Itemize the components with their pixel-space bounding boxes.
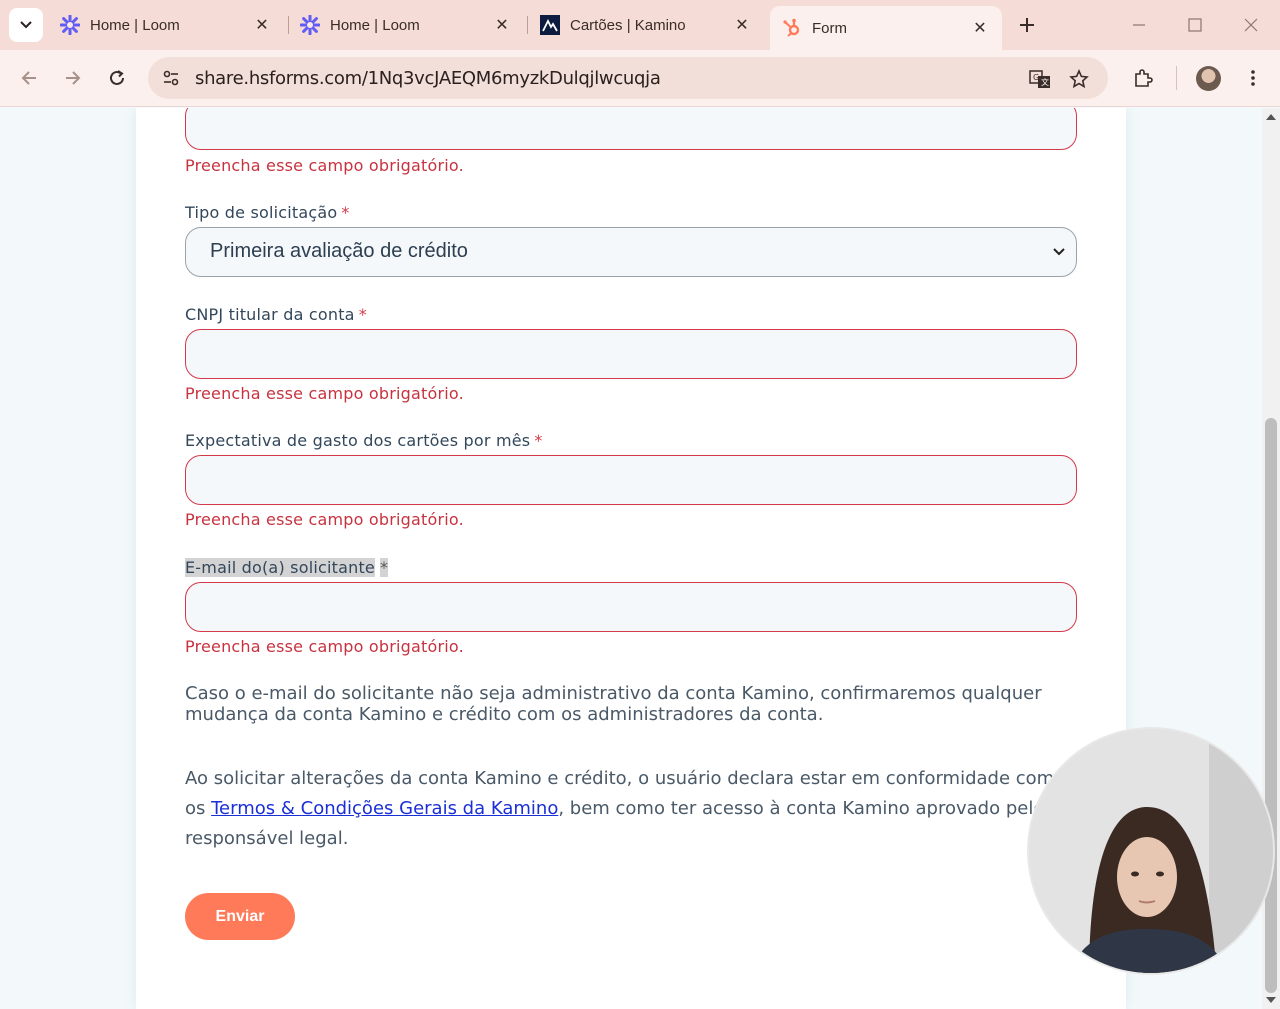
profile-avatar[interactable] bbox=[1196, 66, 1221, 91]
tipo-solicitacao-label: Tipo de solicitação * bbox=[185, 203, 350, 222]
email-note: Caso o e-mail do solicitante não seja ad… bbox=[185, 683, 1042, 725]
url-text: share.hsforms.com/1Nq3vcJAEQM6myzkDulqjl… bbox=[195, 68, 661, 89]
minimize-button[interactable] bbox=[1126, 12, 1152, 38]
address-bar[interactable]: share.hsforms.com/1Nq3vcJAEQM6myzkDulqjl… bbox=[148, 57, 1108, 99]
chevron-down-icon bbox=[20, 21, 32, 29]
scroll-up-arrow-icon[interactable] bbox=[1266, 114, 1276, 120]
loom-icon bbox=[60, 15, 80, 35]
extensions-button[interactable] bbox=[1128, 63, 1158, 93]
plus-icon bbox=[1020, 18, 1034, 32]
person-video-image bbox=[1029, 729, 1273, 973]
kebab-menu-icon bbox=[1251, 70, 1255, 86]
error-message: Preencha esse campo obrigatório. bbox=[185, 637, 464, 656]
required-asterisk: * bbox=[534, 431, 543, 450]
tab-title: Form bbox=[812, 19, 847, 37]
loom-icon bbox=[300, 15, 320, 35]
reload-button[interactable] bbox=[102, 63, 132, 93]
tab-loom-2[interactable]: Home | Loom ✕ bbox=[288, 8, 524, 42]
terms-paragraph: Ao solicitar alterações da conta Kamino … bbox=[185, 764, 1055, 854]
kamino-icon bbox=[540, 15, 560, 35]
close-icon[interactable]: ✕ bbox=[252, 15, 272, 35]
forward-button[interactable] bbox=[58, 63, 88, 93]
minimize-icon bbox=[1133, 24, 1145, 26]
terms-link[interactable]: Termos & Condições Gerais da Kamino bbox=[211, 798, 558, 819]
scroll-thumb[interactable] bbox=[1265, 418, 1277, 993]
gasto-label: Expectativa de gasto dos cartões por mês… bbox=[185, 431, 543, 450]
close-window-button[interactable] bbox=[1238, 12, 1264, 38]
menu-button[interactable] bbox=[1238, 63, 1268, 93]
select-value: Primeira avaliação de crédito bbox=[210, 240, 468, 262]
cnpj-label: CNPJ titular da conta * bbox=[185, 305, 367, 324]
label-text: E-mail do(a) solicitante bbox=[185, 558, 375, 577]
email-label: E-mail do(a) solicitante * bbox=[185, 558, 389, 577]
gasto-input[interactable] bbox=[185, 455, 1077, 505]
maximize-icon bbox=[1188, 18, 1202, 32]
email-input[interactable] bbox=[185, 582, 1077, 632]
tab-kamino[interactable]: Cartões | Kamino ✕ bbox=[528, 8, 764, 42]
arrow-left-icon bbox=[21, 71, 36, 85]
submit-button[interactable]: Enviar bbox=[185, 893, 295, 940]
svg-text:G: G bbox=[1033, 73, 1039, 82]
tab-title: Home | Loom bbox=[330, 16, 420, 34]
tab-title: Home | Loom bbox=[90, 16, 180, 34]
close-icon bbox=[1244, 18, 1258, 32]
close-icon[interactable]: ✕ bbox=[732, 15, 752, 35]
tab-loom-1[interactable]: Home | Loom ✕ bbox=[48, 8, 284, 42]
error-message: Preencha esse campo obrigatório. bbox=[185, 510, 464, 529]
maximize-button[interactable] bbox=[1182, 12, 1208, 38]
chevron-down-icon bbox=[1052, 245, 1066, 259]
cnpj-input[interactable] bbox=[185, 329, 1077, 379]
label-text: Expectativa de gasto dos cartões por mês bbox=[185, 431, 531, 450]
tab-title: Cartões | Kamino bbox=[570, 16, 686, 34]
error-message: Preencha esse campo obrigatório. bbox=[185, 156, 464, 175]
svg-text:文: 文 bbox=[1041, 77, 1049, 87]
tab-strip: Home | Loom ✕ Home | Loom ✕ Cartões | Ka… bbox=[0, 0, 1280, 50]
error-message: Preencha esse campo obrigatório. bbox=[185, 384, 464, 403]
tab-form[interactable]: Form ✕ bbox=[770, 6, 1002, 50]
tipo-solicitacao-select[interactable]: Primeira avaliação de crédito bbox=[185, 227, 1077, 277]
label-text: Tipo de solicitação bbox=[185, 203, 338, 222]
reload-icon bbox=[110, 70, 124, 85]
required-asterisk: * bbox=[358, 305, 367, 324]
close-icon[interactable]: ✕ bbox=[492, 15, 512, 35]
hubspot-icon bbox=[782, 18, 802, 38]
required-asterisk: * bbox=[341, 203, 350, 222]
label-text: CNPJ titular da conta bbox=[185, 305, 355, 324]
translate-icon[interactable]: G文 bbox=[1028, 67, 1052, 91]
back-button[interactable] bbox=[14, 63, 44, 93]
bookmark-star-icon[interactable] bbox=[1067, 67, 1091, 91]
form-card: Preencha esse campo obrigatório. Tipo de… bbox=[136, 108, 1126, 1009]
tab-search-button[interactable] bbox=[9, 8, 43, 42]
scroll-down-arrow-icon[interactable] bbox=[1266, 997, 1276, 1003]
browser-toolbar: share.hsforms.com/1Nq3vcJAEQM6myzkDulqjl… bbox=[0, 50, 1280, 107]
required-asterisk: * bbox=[379, 558, 389, 577]
arrow-right-icon bbox=[66, 71, 81, 85]
close-icon[interactable]: ✕ bbox=[970, 18, 990, 38]
site-settings-icon[interactable] bbox=[160, 67, 182, 89]
toolbar-divider bbox=[1176, 66, 1177, 90]
puzzle-icon bbox=[1135, 69, 1153, 87]
webcam-bubble[interactable] bbox=[1027, 727, 1275, 975]
new-tab-button[interactable] bbox=[1014, 12, 1040, 38]
previous-field-input[interactable] bbox=[185, 108, 1077, 150]
